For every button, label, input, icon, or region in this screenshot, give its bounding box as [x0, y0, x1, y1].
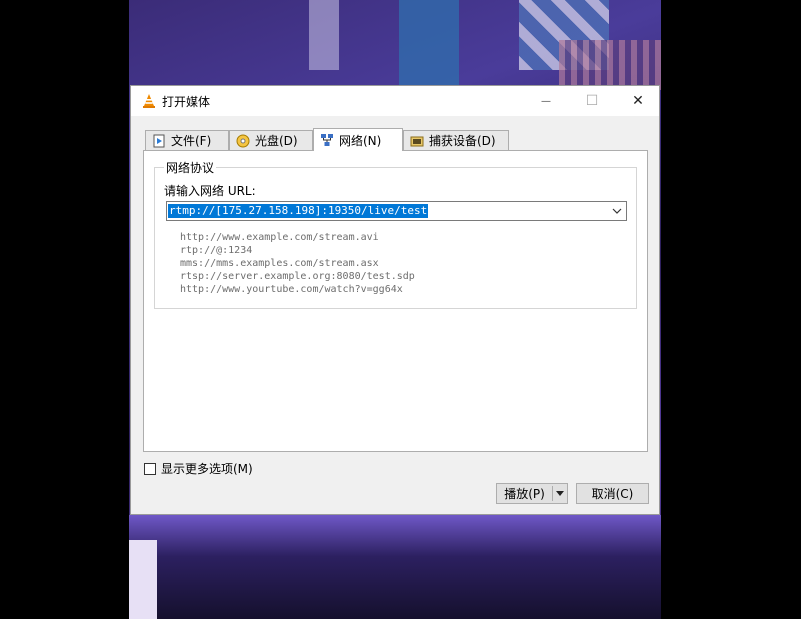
chevron-down-icon[interactable] [611, 205, 623, 217]
maximize-button[interactable]: ☐ [569, 86, 615, 116]
vlc-cone-icon [143, 94, 155, 108]
video-shape [129, 540, 157, 619]
tab-label: 光盘(D) [255, 134, 298, 148]
group-title: 网络协议 [164, 159, 217, 176]
cancel-button[interactable]: 取消(C) [576, 483, 649, 504]
window-title: 打开媒体 [162, 95, 211, 109]
file-icon [153, 134, 165, 147]
tab-file[interactable]: 文件(F) [145, 130, 229, 150]
tab-network[interactable]: 网络(N) [313, 128, 403, 151]
tab-disc[interactable]: 光盘(D) [229, 130, 313, 150]
network-icon [321, 134, 333, 146]
network-tab-panel: 网络协议 请输入网络 URL: rtmp://[175.27.158.198]:… [143, 150, 648, 452]
url-label: 请输入网络 URL: [164, 184, 256, 198]
tab-label: 捕获设备(D) [429, 134, 496, 148]
minimize-button[interactable]: — [523, 86, 569, 116]
close-button[interactable]: ✕ [615, 86, 661, 116]
video-shape [399, 0, 459, 90]
show-more-label: 显示更多选项(M) [161, 462, 253, 476]
example-url: mms://mms.examples.com/stream.asx [180, 258, 379, 269]
network-url-input[interactable]: rtmp://[175.27.158.198]:19350/live/test [166, 201, 627, 221]
show-more-options[interactable]: 显示更多选项(M) [144, 460, 253, 477]
tab-label: 网络(N) [339, 133, 382, 148]
minimize-icon: — [541, 95, 551, 107]
title-bar: 打开媒体 — ☐ ✕ [131, 86, 659, 116]
video-shape [559, 40, 661, 90]
tab-capture-device[interactable]: 捕获设备(D) [403, 130, 509, 150]
close-icon: ✕ [632, 93, 644, 109]
video-shape [309, 0, 339, 70]
split-divider [552, 486, 553, 501]
disc-icon [236, 134, 250, 147]
example-url: http://www.yourtube.com/watch?v=gg64x [180, 284, 403, 295]
example-url: rtp://@:1234 [180, 245, 253, 256]
example-url: http://www.example.com/stream.avi [180, 232, 379, 243]
url-examples: http://www.example.com/stream.avi rtp://… [180, 231, 415, 296]
tab-label: 文件(F) [171, 134, 212, 148]
maximize-icon: ☐ [585, 93, 599, 109]
cancel-label: 取消(C) [591, 487, 634, 501]
play-button[interactable]: 播放(P) [496, 483, 568, 504]
capture-device-icon [410, 136, 424, 146]
open-media-dialog: 打开媒体 — ☐ ✕ 文件(F) 光盘(D) 网络(N) 捕获设备(D) 网络协… [130, 85, 660, 515]
video-stage [129, 515, 661, 619]
play-label: 播放(P) [504, 487, 545, 501]
url-value: rtmp://[175.27.158.198]:19350/live/test [168, 204, 429, 218]
example-url: rtsp://server.example.org:8080/test.sdp [180, 271, 415, 282]
dropdown-arrow-icon[interactable] [554, 489, 566, 499]
show-more-checkbox[interactable] [144, 462, 156, 475]
